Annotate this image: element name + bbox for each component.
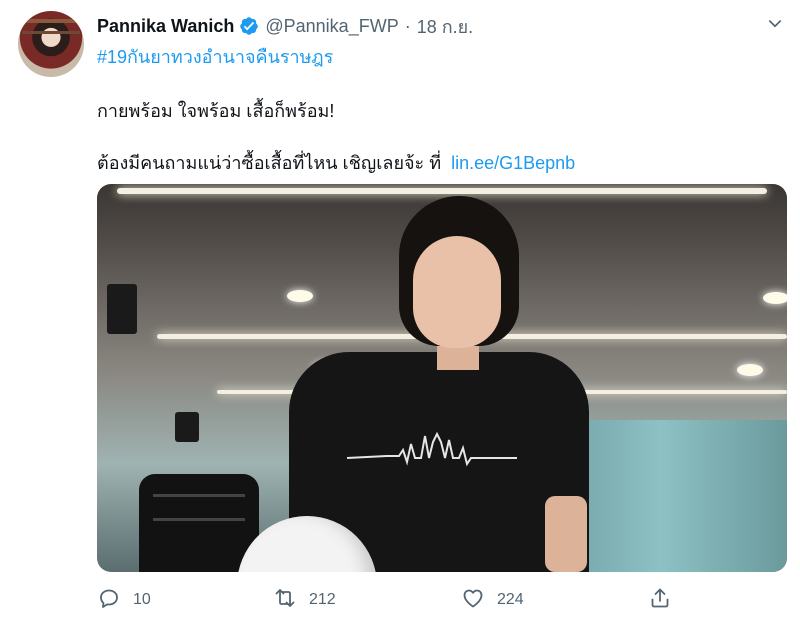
share-button[interactable]	[648, 586, 672, 614]
tweet-header: Pannika Wanich @Pannika_FWP · 18 ก.ย.	[97, 14, 473, 38]
display-name[interactable]: Pannika Wanich	[97, 16, 234, 37]
chair-slat	[153, 494, 245, 497]
tweet-text-line-2-body: ต้องมีคนถามแน่ว่าซื้อเสื้อที่ไหน เชิญเลย…	[97, 153, 442, 173]
reply-count: 10	[133, 591, 151, 608]
avatar-background-shelf-lower	[22, 31, 80, 34]
wall-speaker	[175, 412, 199, 442]
ceiling-spotlight	[737, 364, 763, 376]
ceiling-spotlight	[763, 292, 787, 304]
avatar[interactable]	[18, 11, 84, 77]
person-arm	[545, 496, 587, 572]
skyline-heartbeat-graphic	[347, 431, 517, 467]
ceiling-light-strip	[117, 188, 767, 194]
chair-slat	[153, 518, 245, 521]
reply-icon	[97, 586, 121, 615]
like-button[interactable]: 224	[461, 586, 524, 614]
user-handle[interactable]: @Pannika_FWP	[265, 16, 398, 37]
wall-speaker	[107, 284, 137, 334]
retweet-icon	[273, 586, 297, 615]
office-window	[577, 420, 787, 572]
office-chair	[139, 474, 259, 572]
hashtag-link[interactable]: #19กันยาทวงอำนาจคืนราษฎร	[97, 42, 333, 71]
separator-dot: ·	[404, 15, 411, 36]
person-face	[413, 236, 501, 348]
like-count: 224	[497, 591, 524, 608]
tweet-link[interactable]: lin.ee/G1Bepnb	[451, 153, 575, 173]
retweet-button[interactable]: 212	[273, 586, 336, 614]
tweet-photo[interactable]	[97, 184, 787, 572]
avatar-background-shelf	[24, 19, 78, 23]
retweet-count: 212	[309, 591, 336, 608]
chevron-down-icon[interactable]	[766, 15, 784, 33]
tweet-text-line-1: กายพร้อม ใจพร้อม เสื้อก็พร้อม!	[97, 101, 335, 121]
ceiling-spotlight	[287, 290, 313, 302]
share-icon	[648, 586, 672, 615]
tweet-actions-bar: 10 212 224	[97, 586, 787, 614]
heart-icon	[461, 586, 485, 615]
tweet-date[interactable]: 18 ก.ย.	[417, 12, 473, 41]
reply-button[interactable]: 10	[97, 586, 151, 614]
verified-badge-icon	[239, 16, 259, 36]
tweet-text-line-2: ต้องมีคนถามแน่ว่าซื้อเสื้อที่ไหน เชิญเลย…	[97, 148, 575, 177]
